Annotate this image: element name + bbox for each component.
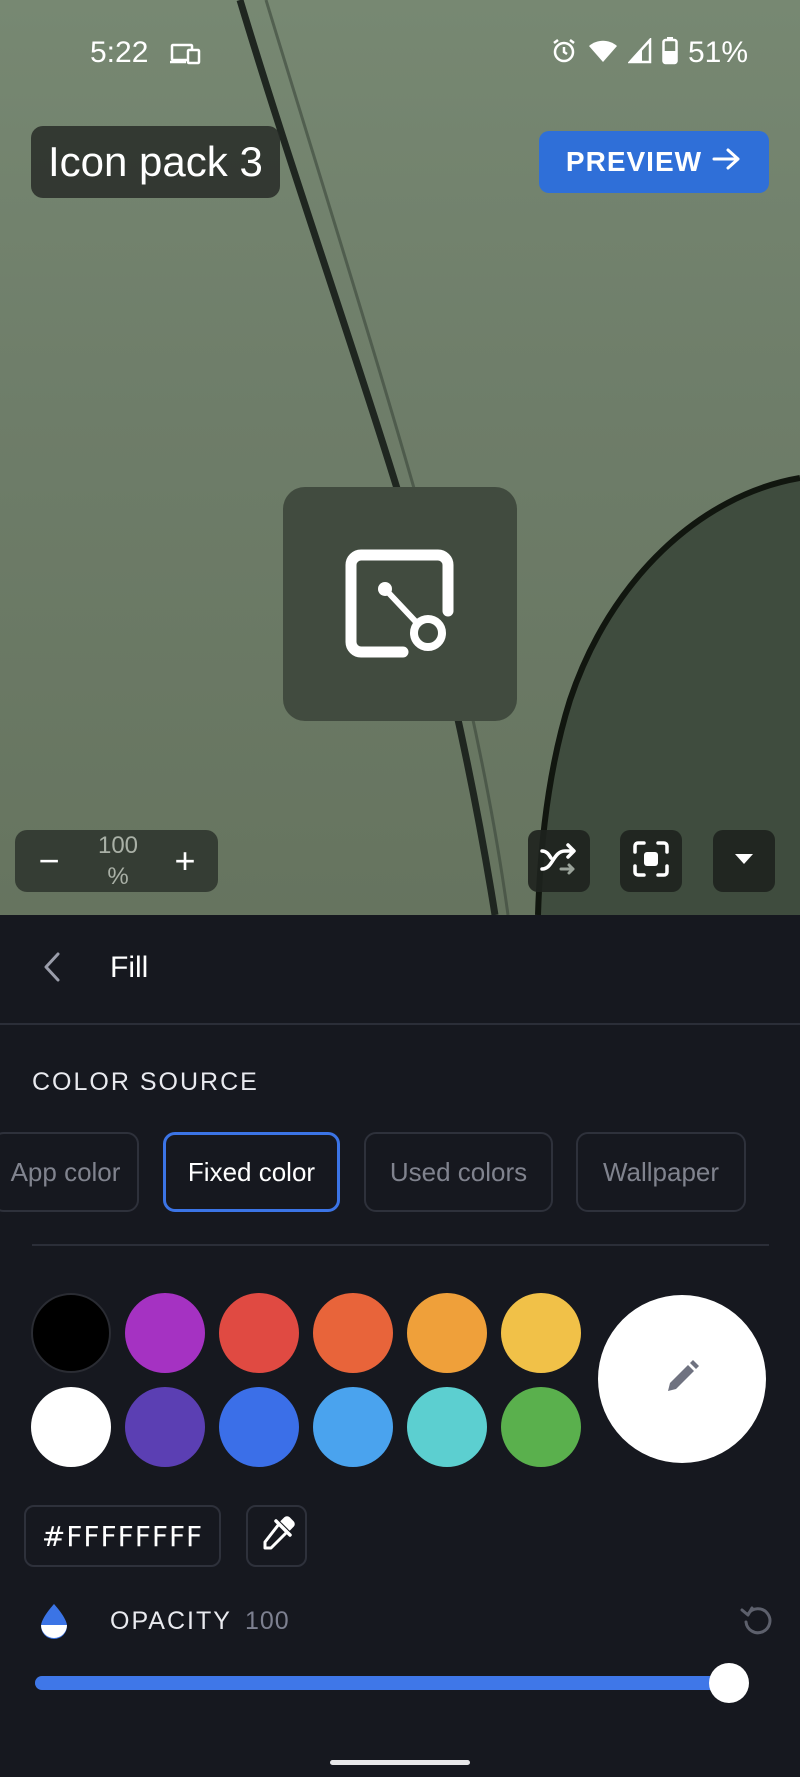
icon-preview-area[interactable]: 5:22 51% Icon pack 3 PREVIEW − 100 % + bbox=[0, 0, 800, 915]
fit-screen-button[interactable] bbox=[620, 830, 682, 892]
divider bbox=[32, 1244, 769, 1246]
reset-icon[interactable] bbox=[740, 1602, 776, 1643]
more-options-dropdown[interactable] bbox=[713, 830, 775, 892]
fit-screen-icon bbox=[632, 840, 670, 883]
swatch-white[interactable] bbox=[31, 1387, 111, 1467]
status-bar: 5:22 51% bbox=[0, 0, 800, 110]
panel-title: Fill bbox=[110, 951, 149, 984]
swatch-green[interactable] bbox=[501, 1387, 581, 1467]
swatch-blue[interactable] bbox=[219, 1387, 299, 1467]
zoom-in-button[interactable]: + bbox=[167, 840, 203, 881]
wifi-icon bbox=[588, 38, 618, 69]
swatch-deep-purple[interactable] bbox=[125, 1387, 205, 1467]
fill-settings-panel: Fill COLOR SOURCE App color Fixed color … bbox=[0, 915, 800, 1777]
battery-icon bbox=[662, 36, 678, 70]
swatch-cyan[interactable] bbox=[407, 1387, 487, 1467]
opacity-slider-fill bbox=[35, 1676, 747, 1690]
opacity-label: OPACITY bbox=[110, 1607, 232, 1635]
status-time: 5:22 bbox=[90, 36, 149, 69]
alarm-icon bbox=[550, 37, 578, 70]
shuffle-button[interactable] bbox=[528, 830, 590, 892]
zoom-out-button[interactable]: − bbox=[31, 840, 67, 881]
dropdown-icon bbox=[733, 852, 755, 871]
chip-used-colors[interactable]: Used colors bbox=[364, 1132, 553, 1212]
chip-app-color[interactable]: App color bbox=[0, 1132, 139, 1212]
opacity-slider-track[interactable] bbox=[35, 1676, 747, 1690]
pencil-icon bbox=[662, 1357, 702, 1402]
opacity-value: 100 bbox=[245, 1607, 290, 1635]
back-button[interactable] bbox=[28, 945, 76, 993]
eyedropper-button[interactable] bbox=[246, 1505, 307, 1567]
color-source-label: COLOR SOURCE bbox=[32, 1068, 259, 1096]
chip-wallpaper[interactable]: Wallpaper bbox=[576, 1132, 746, 1212]
chevron-left-icon bbox=[42, 951, 62, 988]
home-indicator[interactable] bbox=[330, 1760, 470, 1765]
cast-icon bbox=[170, 42, 202, 71]
swatch-light-blue[interactable] bbox=[313, 1387, 393, 1467]
zoom-control: − 100 % + bbox=[15, 830, 218, 892]
hex-color-input[interactable]: #FFFFFFFF bbox=[24, 1505, 221, 1567]
swatch-black[interactable] bbox=[31, 1293, 111, 1373]
swatch-red[interactable] bbox=[219, 1293, 299, 1373]
signal-icon bbox=[627, 36, 652, 69]
eyedropper-icon bbox=[259, 1515, 295, 1557]
panel-header: Fill bbox=[0, 915, 800, 1025]
opacity-drop-icon bbox=[38, 1602, 70, 1645]
edit-shape-icon bbox=[345, 549, 454, 658]
opacity-slider-thumb[interactable] bbox=[709, 1663, 749, 1703]
preview-button[interactable]: PREVIEW bbox=[539, 131, 769, 193]
zoom-level: 100 % bbox=[97, 832, 139, 890]
shuffle-icon bbox=[539, 839, 579, 884]
color-source-chips: App color Fixed color Used colors Wallpa… bbox=[0, 1132, 800, 1212]
swatch-orange[interactable] bbox=[407, 1293, 487, 1373]
arrow-right-icon bbox=[712, 146, 742, 178]
swatch-yellow[interactable] bbox=[501, 1293, 581, 1373]
chip-fixed-color[interactable]: Fixed color bbox=[163, 1132, 340, 1212]
swatch-orange-red[interactable] bbox=[313, 1293, 393, 1373]
battery-percentage: 51% bbox=[687, 36, 748, 69]
swatch-purple[interactable] bbox=[125, 1293, 205, 1373]
preview-button-label: PREVIEW bbox=[565, 146, 703, 177]
icon-preview-tile[interactable] bbox=[283, 487, 517, 721]
icon-pack-title: Icon pack 3 bbox=[31, 126, 280, 198]
selected-color-picker[interactable] bbox=[598, 1295, 766, 1463]
